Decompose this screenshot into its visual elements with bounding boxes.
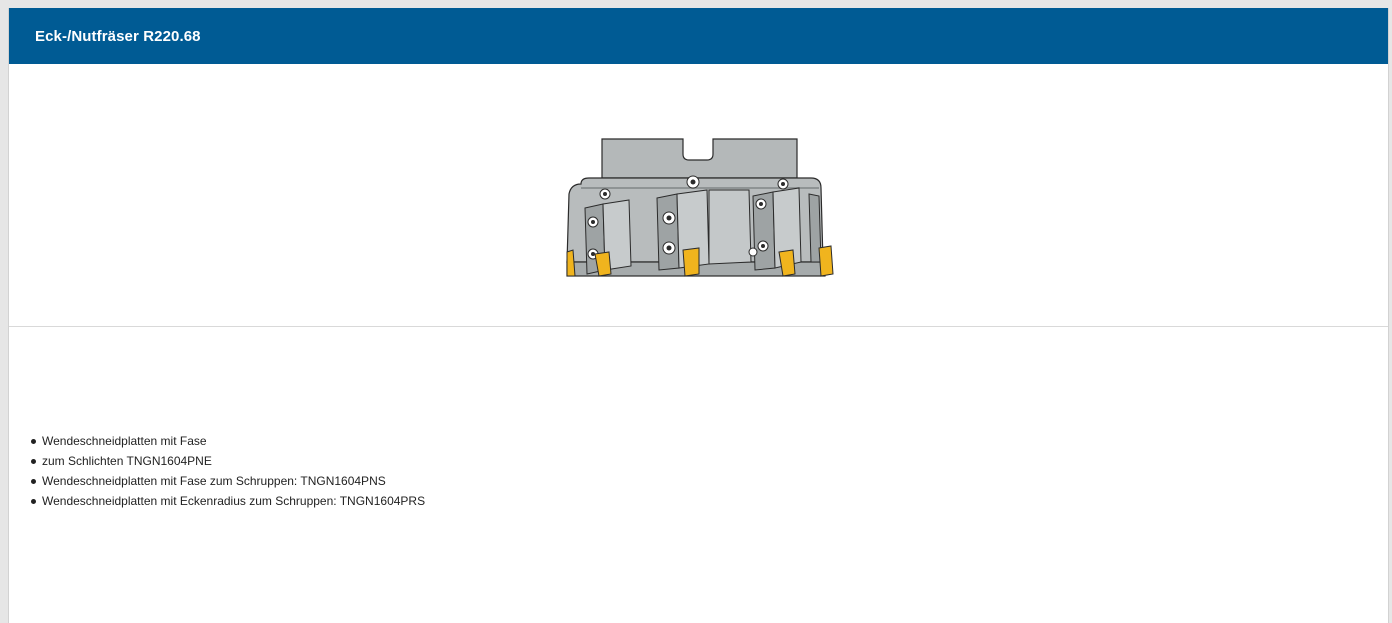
feature-list: Wendeschneidplatten mit Fase zum Schlich… bbox=[31, 431, 425, 511]
feature-text: Wendeschneidplatten mit Fase bbox=[42, 434, 207, 448]
milling-cutter-image bbox=[566, 138, 834, 277]
bullet-icon bbox=[31, 498, 36, 504]
bullet-icon bbox=[31, 438, 36, 444]
feature-item: Wendeschneidplatten mit Fase zum Schrupp… bbox=[31, 471, 425, 491]
product-image-section bbox=[9, 64, 1388, 327]
feature-item: Wendeschneidplatten mit Fase bbox=[31, 431, 425, 451]
feature-item: zum Schlichten TNGN1604PNE bbox=[31, 451, 425, 471]
feature-text: Wendeschneidplatten mit Fase zum Schrupp… bbox=[42, 474, 386, 488]
bullet-icon bbox=[31, 478, 36, 484]
feature-item: Wendeschneidplatten mit Eckenradius zum … bbox=[31, 491, 425, 511]
feature-text: Wendeschneidplatten mit Eckenradius zum … bbox=[42, 494, 426, 508]
feature-text: zum Schlichten TNGN1604PNE bbox=[42, 454, 212, 468]
bullet-icon bbox=[31, 458, 36, 464]
product-card: Eck-/Nutfräser R220.68 Wendeschneidplatt… bbox=[8, 8, 1389, 623]
product-title: Eck-/Nutfräser R220.68 bbox=[35, 27, 201, 45]
product-header: Eck-/Nutfräser R220.68 bbox=[9, 8, 1388, 64]
